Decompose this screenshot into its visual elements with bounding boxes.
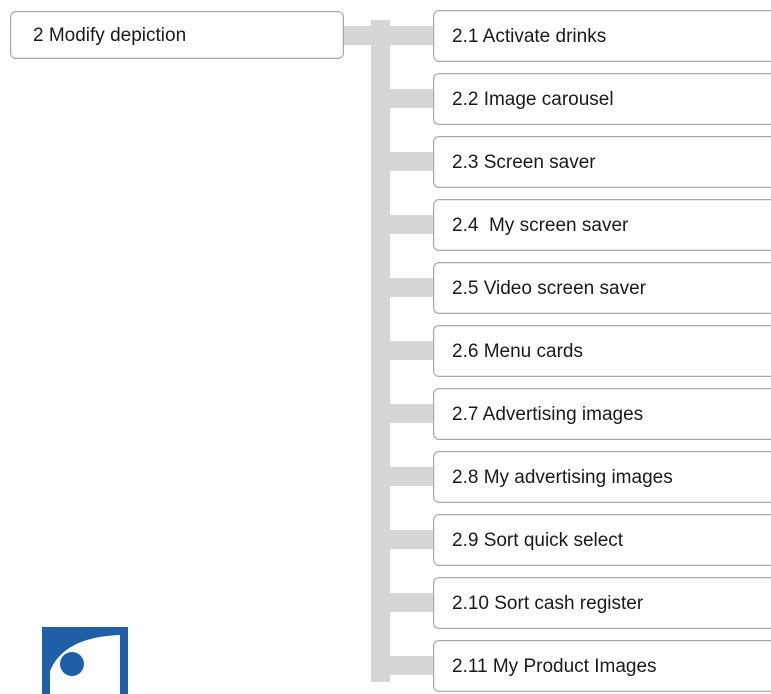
node-video-screen-saver[interactable]: 2.5 Video screen saver: [433, 262, 771, 314]
connector-branch-2-11: [384, 656, 434, 675]
node-label: 2.10 Sort cash register: [452, 592, 644, 614]
connector-branch-2-9: [384, 530, 434, 549]
node-image-carousel[interactable]: 2.2 Image carousel: [433, 73, 771, 125]
brand-logo-icon: [42, 627, 128, 694]
connector-branch-2-3: [384, 152, 434, 171]
node-modify-depiction[interactable]: 2 Modify depiction: [10, 11, 344, 59]
node-label: 2.4 My screen saver: [452, 214, 629, 236]
node-label: 2.8 My advertising images: [452, 466, 673, 488]
connector-branch-2-6: [384, 341, 434, 360]
node-sort-quick-select[interactable]: 2.9 Sort quick select: [433, 514, 771, 566]
node-label: 2 Modify depiction: [33, 24, 187, 46]
node-activate-drinks[interactable]: 2.1 Activate drinks: [433, 10, 771, 62]
node-label: 2.9 Sort quick select: [452, 529, 624, 551]
node-label: 2.5 Video screen saver: [452, 277, 646, 299]
logo-dot: [60, 652, 84, 676]
connector-branch-2-1: [384, 26, 434, 45]
connector-branch-2-2: [384, 89, 434, 108]
connector-branch-2-8: [384, 467, 434, 486]
node-label: 2.3 Screen saver: [452, 151, 596, 173]
node-label: 2.1 Activate drinks: [452, 25, 607, 47]
node-advertising-images[interactable]: 2.7 Advertising images: [433, 388, 771, 440]
node-sort-cash-register[interactable]: 2.10 Sort cash register: [433, 577, 771, 629]
node-label: 2.6 Menu cards: [452, 340, 583, 362]
connector-branch-2-5: [384, 278, 434, 297]
connector-branch-2-7: [384, 404, 434, 423]
connector-branch-2-4: [384, 215, 434, 234]
connector-root-stub: [344, 26, 384, 45]
node-label: 2.11 My Product Images: [452, 655, 657, 677]
node-menu-cards[interactable]: 2.6 Menu cards: [433, 325, 771, 377]
node-label: 2.7 Advertising images: [452, 403, 644, 425]
node-my-product-images[interactable]: 2.11 My Product Images: [433, 640, 771, 692]
node-my-screen-saver[interactable]: 2.4 My screen saver: [433, 199, 771, 251]
menu-structure-diagram: 2 Modify depiction 2.1 Activate drinks 2…: [0, 0, 771, 694]
connector-branch-2-10: [384, 593, 434, 612]
node-screen-saver[interactable]: 2.3 Screen saver: [433, 136, 771, 188]
node-my-advertising-images[interactable]: 2.8 My advertising images: [433, 451, 771, 503]
node-label: 2.2 Image carousel: [452, 88, 614, 110]
